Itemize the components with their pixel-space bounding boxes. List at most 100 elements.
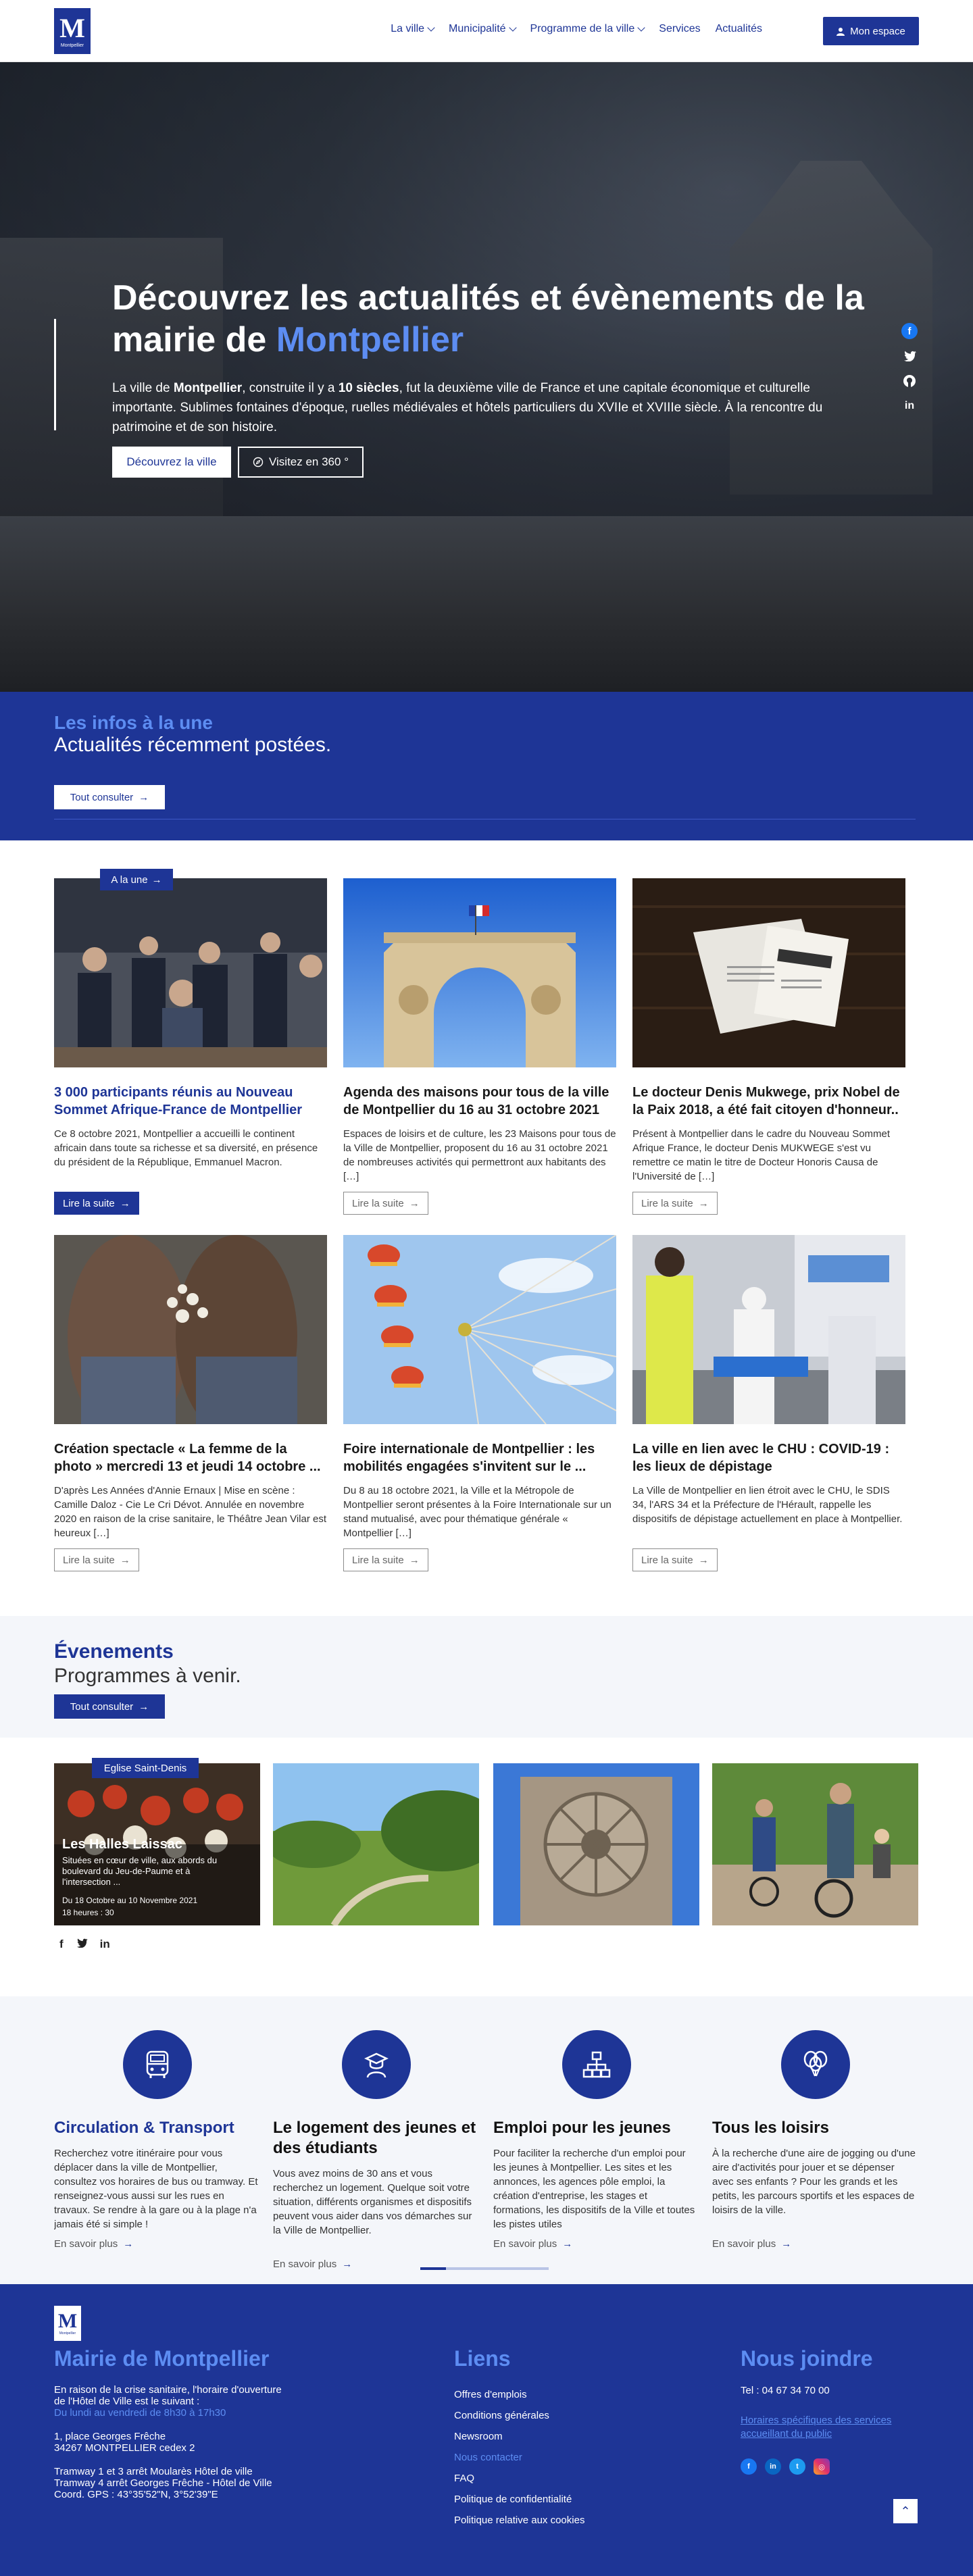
- facebook-icon[interactable]: f: [741, 2458, 757, 2475]
- footer-link[interactable]: FAQ: [454, 2468, 584, 2489]
- lire-la-suite-button[interactable]: Lire la suite →: [343, 1548, 428, 1571]
- footer-logo[interactable]: M Montpellier: [54, 2306, 81, 2341]
- footer-link[interactable]: Nous contacter: [454, 2447, 584, 2468]
- services-section: Circulation & Transport Recherchez votre…: [0, 1996, 973, 2284]
- mon-espace-button[interactable]: Mon espace: [823, 17, 919, 45]
- linkedin-icon[interactable]: in: [100, 1938, 110, 1951]
- event-location-badge[interactable]: Eglise Saint-Denis: [92, 1758, 199, 1778]
- lire-la-suite-button[interactable]: Lire la suite →: [54, 1548, 139, 1571]
- footer-link[interactable]: Politique relative aux cookies: [454, 2510, 584, 2531]
- menu-item-la-ville[interactable]: La ville: [391, 23, 435, 35]
- mon-espace-label: Mon espace: [850, 25, 905, 37]
- news-title[interactable]: Création spectacle « La femme de la phot…: [54, 1440, 327, 1475]
- link-label: En savoir plus: [493, 2238, 557, 2250]
- arrow-right-icon: →: [139, 791, 149, 803]
- twitter-icon[interactable]: [76, 1938, 88, 1951]
- news-title[interactable]: 3 000 participants réunis au Nouveau Som…: [54, 1084, 327, 1119]
- events-subtitle: Programmes à venir.: [54, 1665, 241, 1687]
- logo-letter: M: [59, 12, 85, 43]
- footer-link[interactable]: Newsroom: [454, 2426, 584, 2447]
- events-tout-consulter-button[interactable]: Tout consulter →: [54, 1694, 165, 1719]
- footer-link[interactable]: Conditions générales: [454, 2405, 584, 2426]
- carousel-dot[interactable]: [523, 2267, 549, 2270]
- chevron-down-icon: [508, 24, 517, 32]
- carousel-dot[interactable]: [497, 2267, 523, 2270]
- en-savoir-plus-link[interactable]: En savoir plus →: [712, 2238, 918, 2250]
- lire-la-suite-button[interactable]: Lire la suite →: [632, 1548, 718, 1571]
- carousel-pagination: [420, 2267, 549, 2270]
- event-card[interactable]: [493, 1763, 699, 1925]
- twitter-icon[interactable]: t: [789, 2458, 805, 2475]
- event-card-featured[interactable]: Les Halles Laissac Situées en cœur de vi…: [54, 1763, 260, 1925]
- news-image-testing[interactable]: [632, 1235, 905, 1424]
- footer-text: En raison de la crise sanitaire, l'horai…: [54, 2384, 282, 2396]
- facebook-icon[interactable]: f: [901, 323, 918, 339]
- news-title[interactable]: Agenda des maisons pour tous de la ville…: [343, 1084, 616, 1119]
- footer-col1-title: Mairie de Montpellier: [54, 2346, 270, 2371]
- footer-hours-link[interactable]: Horaires spécifiques des services accuei…: [741, 2414, 909, 2441]
- infos-tout-consulter-button[interactable]: Tout consulter →: [54, 785, 165, 809]
- top-nav: M Montpellier La ville Municipalité Prog…: [0, 0, 973, 62]
- service-title[interactable]: Emploi pour les jeunes: [493, 2118, 699, 2138]
- lire-la-suite-button[interactable]: Lire la suite →: [632, 1192, 718, 1215]
- news-title[interactable]: La ville en lien avec le CHU : COVID-19 …: [632, 1440, 905, 1475]
- chevron-down-icon: [637, 24, 645, 32]
- news-image-newspaper[interactable]: [632, 878, 905, 1067]
- news-image-ferris-wheel[interactable]: [343, 1235, 616, 1424]
- carousel-dot[interactable]: [472, 2267, 497, 2270]
- service-title[interactable]: Circulation & Transport: [54, 2118, 260, 2138]
- hero-title: Découvrez les actualités et évènements d…: [112, 277, 882, 361]
- hero-title-text: Découvrez les actualités et évènements d…: [112, 278, 864, 359]
- event-card[interactable]: [712, 1763, 918, 1925]
- en-savoir-plus-link[interactable]: En savoir plus →: [54, 2238, 260, 2250]
- news-card: Le docteur Denis Mukwege, prix Nobel de …: [632, 878, 905, 1215]
- arrow-right-icon: →: [151, 874, 162, 886]
- facebook-icon[interactable]: f: [59, 1938, 64, 1951]
- news-image-crowd[interactable]: [54, 878, 327, 1067]
- menu-item-municipalite[interactable]: Municipalité: [449, 23, 517, 35]
- instagram-icon[interactable]: ◎: [814, 2458, 830, 2475]
- footer-text: de l'Hôtel de Ville est le suivant :: [54, 2396, 200, 2407]
- lire-la-suite-button[interactable]: Lire la suite →: [343, 1192, 428, 1215]
- event-share-links: f in: [59, 1938, 110, 1951]
- event-name: Les Halles Laissac: [62, 1837, 182, 1852]
- decouvrez-la-ville-button[interactable]: Découvrez la ville: [112, 447, 231, 478]
- a-la-une-badge[interactable]: A la une →: [100, 869, 173, 890]
- en-savoir-plus-link[interactable]: En savoir plus →: [493, 2238, 699, 2250]
- footer-link[interactable]: Politique de confidentialité: [454, 2489, 584, 2510]
- carousel-dot[interactable]: [446, 2267, 472, 2270]
- infos-band: Les infos à la une Actualités récemment …: [0, 692, 973, 840]
- lire-la-suite-button[interactable]: Lire la suite →: [54, 1192, 139, 1215]
- hero-social-links: f in: [901, 323, 918, 414]
- event-image-rose-window: [493, 1763, 699, 1925]
- news-image-arc[interactable]: [343, 878, 616, 1067]
- news-title[interactable]: Foire internationale de Montpellier : le…: [343, 1440, 616, 1475]
- hero-text-bold: 10 siècles: [338, 381, 399, 395]
- linkedin-icon[interactable]: in: [765, 2458, 781, 2475]
- service-text: Vous avez moins de 30 ans et vous recher…: [273, 2168, 472, 2236]
- service-card: Emploi pour les jeunes Pour faciliter la…: [493, 2030, 699, 2250]
- footer-phone[interactable]: Tel : 04 67 34 70 00: [741, 2384, 909, 2398]
- news-image-women[interactable]: [54, 1235, 327, 1424]
- carousel-dot[interactable]: [420, 2267, 446, 2270]
- menu-item-programme[interactable]: Programme de la ville: [530, 23, 645, 35]
- news-card: Création spectacle « La femme de la phot…: [54, 1235, 327, 1571]
- event-card[interactable]: [273, 1763, 479, 1925]
- menu-item-actualites[interactable]: Actualités: [716, 23, 762, 35]
- footer-link[interactable]: Offres d'emplois: [454, 2384, 584, 2405]
- service-title[interactable]: Le logement des jeunes et des étudiants: [273, 2118, 479, 2158]
- news-title[interactable]: Le docteur Denis Mukwege, prix Nobel de …: [632, 1084, 905, 1119]
- events-title: Évenements: [54, 1640, 174, 1663]
- site-logo[interactable]: M Montpellier: [54, 8, 91, 54]
- menu-item-services[interactable]: Services: [659, 23, 700, 35]
- twitter-icon[interactable]: [901, 348, 918, 364]
- github-icon[interactable]: [901, 373, 918, 389]
- footer-tram: Tramway 1 et 3 arrêt Moularès Hôtel de v…: [54, 2466, 253, 2477]
- back-to-top-button[interactable]: ⌃: [893, 2499, 918, 2523]
- events-header: Évenements Programmes à venir. Tout cons…: [0, 1616, 973, 1738]
- footer-gps: Coord. GPS : 43°35'52"N, 3°52'39"E: [54, 2489, 218, 2500]
- linkedin-icon[interactable]: in: [901, 398, 918, 414]
- hero-text-bold: Montpellier: [173, 381, 243, 395]
- visite-360-button[interactable]: Visitez en 360 °: [238, 447, 364, 478]
- service-title[interactable]: Tous les loisirs: [712, 2118, 918, 2138]
